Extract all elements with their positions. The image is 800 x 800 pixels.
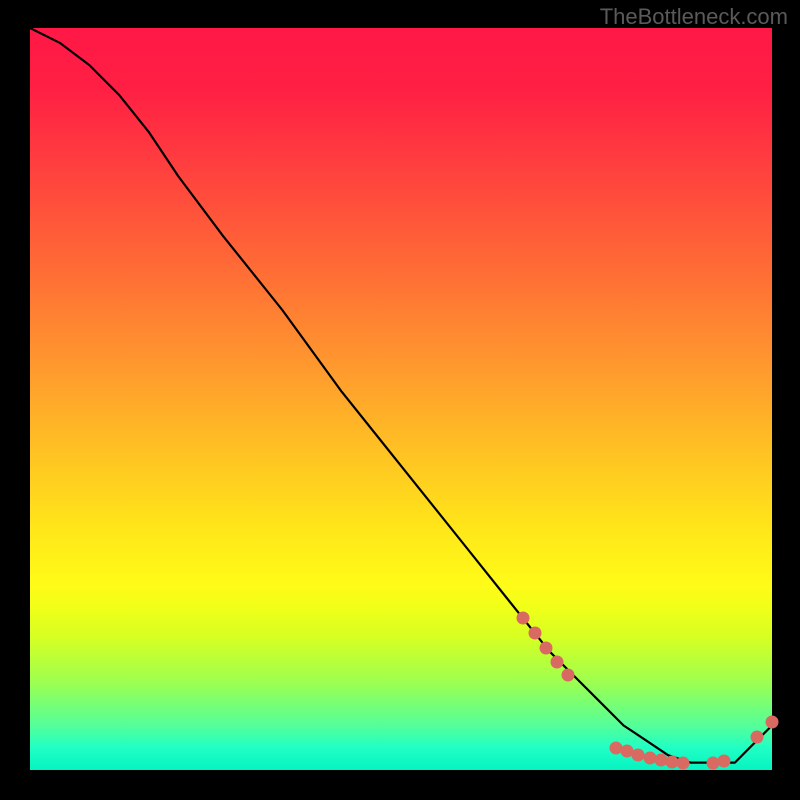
data-marker <box>517 611 530 624</box>
data-marker <box>550 656 563 669</box>
data-marker <box>561 669 574 682</box>
data-marker <box>676 756 689 769</box>
data-marker <box>528 626 541 639</box>
plot-area <box>30 28 772 770</box>
data-marker <box>717 755 730 768</box>
watermark-text: TheBottleneck.com <box>600 4 788 30</box>
data-marker <box>766 715 779 728</box>
data-marker <box>539 641 552 654</box>
data-marker <box>751 730 764 743</box>
gradient-background <box>30 28 772 770</box>
